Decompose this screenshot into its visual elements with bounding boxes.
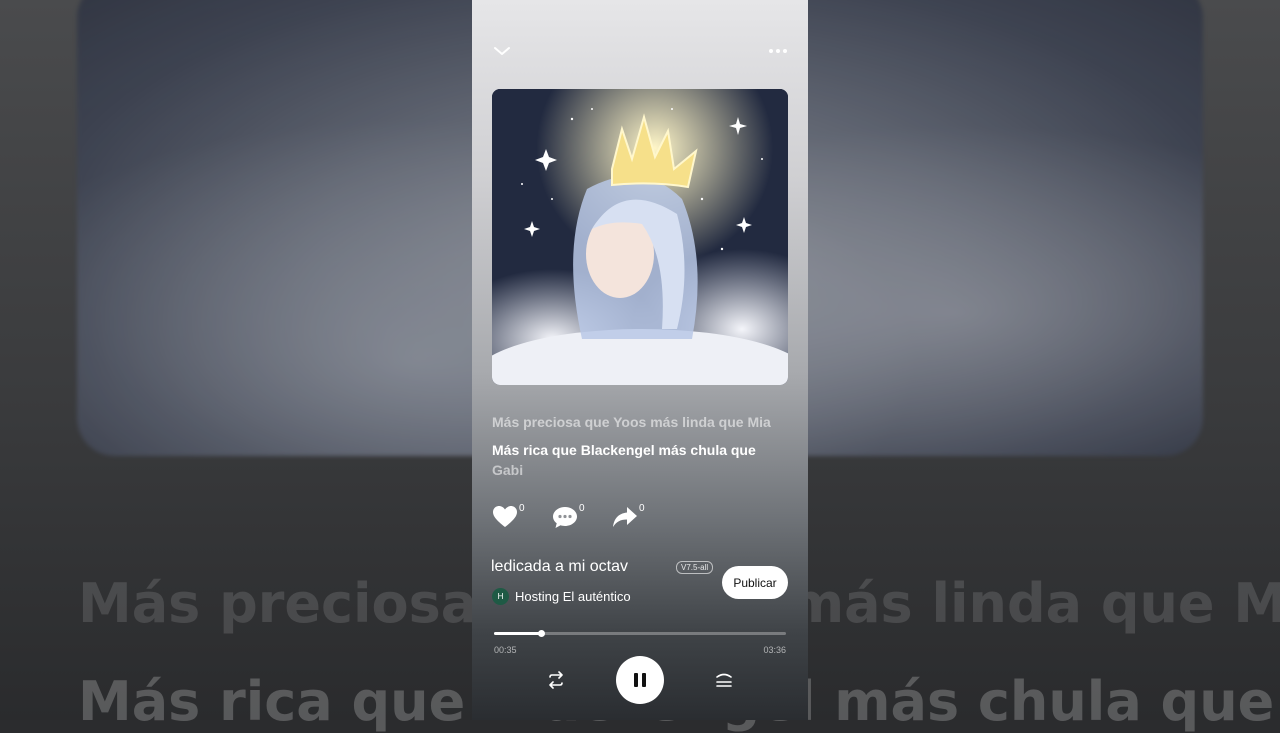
- like-button[interactable]: 0: [492, 503, 552, 535]
- total-time: 03:36: [763, 645, 786, 655]
- share-count: 0: [639, 503, 645, 514]
- progress-slider[interactable]: [494, 630, 786, 637]
- repeat-icon: [549, 671, 563, 689]
- progress-fill: [494, 632, 542, 635]
- pause-icon: [634, 673, 646, 687]
- lyric-previous-line: Más preciosa que Yoos más linda que Mia: [492, 414, 771, 430]
- comment-count: 0: [579, 503, 585, 514]
- comment-icon: [553, 507, 577, 528]
- lyric-current-tail: Gabi: [492, 462, 524, 478]
- heart-icon: [493, 506, 517, 527]
- pause-button[interactable]: [616, 656, 664, 704]
- repeat-button[interactable]: [544, 668, 568, 692]
- author-name: Hosting El auténtico: [515, 589, 631, 604]
- player-screen: Más preciosa que Yoos más linda que Mia …: [472, 0, 808, 720]
- lyrics-panel: Más preciosa que Yoos más linda que Mia …: [492, 414, 792, 480]
- share-button[interactable]: 0: [612, 503, 672, 535]
- publish-button[interactable]: Publicar: [722, 566, 788, 599]
- lyric-current-main: Más rica que Blackengel más chula que: [492, 442, 756, 458]
- playlist-button[interactable]: [712, 668, 736, 692]
- like-count: 0: [519, 503, 525, 514]
- action-bar: 0 0 0: [492, 503, 672, 535]
- avatar: H: [492, 588, 509, 605]
- lyric-current-line: Más rica que Blackengel más chula que Ga…: [492, 440, 792, 480]
- share-arrow-icon: [613, 507, 637, 527]
- comment-button[interactable]: 0: [552, 503, 612, 535]
- playlist-icon: [716, 673, 732, 687]
- progress-handle[interactable]: [538, 630, 546, 637]
- chevron-down-icon[interactable]: [491, 40, 513, 62]
- author-link[interactable]: H Hosting El auténtico: [492, 588, 631, 605]
- more-options-icon[interactable]: [767, 40, 789, 62]
- current-time: 00:35: [494, 645, 517, 655]
- album-cover-art: [492, 89, 788, 385]
- version-badge: V7.5-all: [676, 561, 714, 574]
